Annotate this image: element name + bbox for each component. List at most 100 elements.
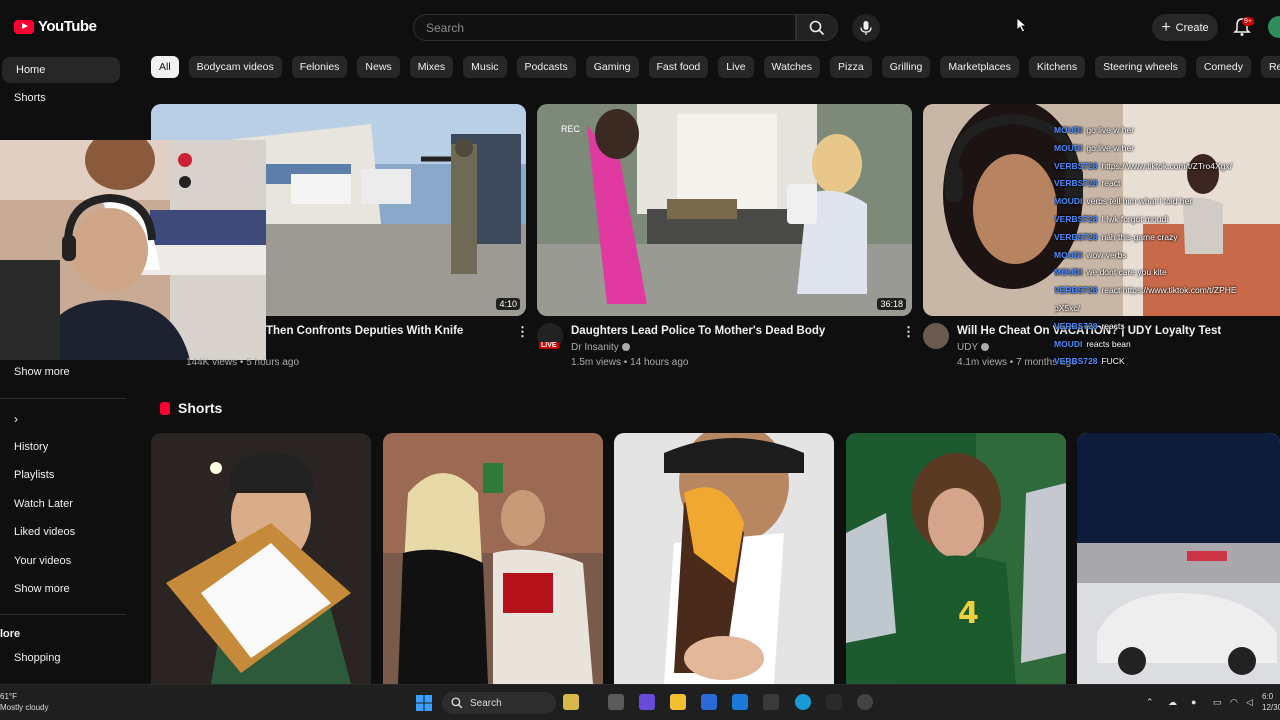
- voice-search-button[interactable]: [852, 14, 880, 42]
- create-button[interactable]: + Create: [1152, 14, 1218, 41]
- chip-grilling[interactable]: Grilling: [881, 56, 931, 78]
- account-avatar[interactable]: [1268, 16, 1280, 38]
- short-card-2[interactable]: [383, 433, 603, 684]
- sidebar-item-your-videos[interactable]: Your videos: [0, 548, 118, 574]
- search-icon: [809, 20, 825, 35]
- sidebar-item-shorts[interactable]: Shorts: [0, 85, 118, 111]
- chip-fast-food[interactable]: Fast food: [648, 56, 709, 78]
- logo-text: YouTube: [38, 18, 97, 35]
- chat-text: I lwk forgot moudi: [1101, 213, 1169, 224]
- shorts-section-header: Shorts: [160, 400, 222, 416]
- widgets-icon[interactable]: [563, 694, 579, 710]
- edge-browser-icon[interactable]: [795, 694, 811, 710]
- chip-music[interactable]: Music: [463, 56, 507, 78]
- video-thumbnail-2[interactable]: REC 36:18: [537, 104, 912, 316]
- chip-steering-wheels[interactable]: Steering wheels: [1095, 56, 1186, 78]
- taskbar-search-label: Search: [470, 697, 502, 709]
- short-card-1[interactable]: [151, 433, 371, 684]
- chat-username: VERBS728: [1054, 160, 1098, 171]
- video-title-1[interactable]: Then Confronts Deputies With Knife: [266, 325, 463, 337]
- chip-recently-u[interactable]: Recently u: [1260, 56, 1280, 78]
- chat-username: MOUDI: [1054, 338, 1083, 349]
- chat-text: go live w her: [1086, 125, 1135, 135]
- short-thumbnail-snack-image: [614, 433, 834, 684]
- sidebar-item-home[interactable]: Home: [2, 57, 120, 83]
- chat-text: https://www.tiktok.com/t/ZTro4Xgx/: [1101, 160, 1232, 171]
- channel-name: Dr Insanity: [571, 342, 619, 353]
- chat-message: MOUDI reacts bean: [1054, 336, 1280, 354]
- display-icon[interactable]: ▭: [1213, 697, 1222, 708]
- weather-widget[interactable]: 61°F Mostly cloudy: [0, 691, 48, 713]
- taskbar-search[interactable]: Search: [442, 692, 556, 714]
- store-icon[interactable]: [701, 694, 717, 710]
- video-channel-3[interactable]: UDY: [957, 342, 990, 353]
- chip-live[interactable]: Live: [718, 56, 754, 78]
- chip-gaming[interactable]: Gaming: [585, 56, 639, 78]
- video-menu-icon-2[interactable]: ⋮: [902, 324, 915, 340]
- short-card-4[interactable]: 4: [846, 433, 1066, 684]
- chip-pizza[interactable]: Pizza: [830, 56, 872, 78]
- app-icon[interactable]: [826, 694, 842, 710]
- channel-avatar-udy[interactable]: [923, 323, 949, 349]
- sidebar-show-more-subscriptions[interactable]: Show more: [0, 359, 118, 385]
- short-thumbnail-jewelry-image: [383, 433, 603, 684]
- search-icon: [451, 697, 463, 709]
- chat-text: wow verbs: [1086, 249, 1127, 260]
- chat-text: pX5xc/: [1054, 302, 1080, 313]
- copilot-icon[interactable]: [639, 694, 655, 710]
- sidebar-show-more-you[interactable]: Show more: [0, 576, 118, 602]
- video-channel-2[interactable]: Dr Insanity: [571, 342, 630, 353]
- chip-felonies[interactable]: Felonies: [291, 56, 348, 78]
- video-title-2[interactable]: Daughters Lead Police To Mother's Dead B…: [571, 325, 825, 337]
- youtube-logo[interactable]: YouTube: [14, 18, 97, 35]
- sidebar-item-liked-videos[interactable]: Liked videos: [0, 519, 118, 545]
- sidebar-item-playlists[interactable]: Playlists: [0, 462, 118, 488]
- chip-watches[interactable]: Watches: [763, 56, 821, 78]
- onedrive-icon[interactable]: ☁: [1168, 697, 1177, 708]
- chat-message: VERBS728 react https://www.tiktok.com/t/Z…: [1054, 282, 1280, 300]
- chat-message: pX5xc/: [1054, 300, 1280, 318]
- file-explorer-icon[interactable]: [670, 694, 686, 710]
- app-icon[interactable]: [763, 694, 779, 710]
- search-button[interactable]: [796, 14, 838, 41]
- doorbell-camera-image: [537, 104, 912, 316]
- chip-news[interactable]: News: [357, 56, 400, 78]
- chat-text: reacts: [1101, 320, 1125, 331]
- mouse-cursor-icon: [1016, 17, 1028, 33]
- search-input[interactable]: Search: [413, 14, 796, 41]
- chip-kitchens[interactable]: Kitchens: [1028, 56, 1086, 78]
- you-section-chevron-icon[interactable]: ›: [0, 406, 118, 432]
- sidebar-item-history[interactable]: History: [0, 434, 118, 460]
- chip-bodycam-videos[interactable]: Bodycam videos: [188, 56, 282, 78]
- chat-username: VERBS728: [1054, 285, 1098, 296]
- task-view-icon[interactable]: [608, 694, 624, 710]
- tray-overflow-chevron-icon[interactable]: ⌃: [1146, 697, 1154, 708]
- short-card-5[interactable]: [1077, 433, 1280, 684]
- video-meta-2: 1.5m views • 14 hours ago: [571, 357, 689, 368]
- top-bar: YouTube Search + Create 9+: [0, 0, 1280, 56]
- rec-label: REC: [561, 124, 581, 134]
- chip-all[interactable]: All: [151, 56, 179, 78]
- chat-username: MOUDI: [1054, 142, 1083, 153]
- weather-description: Mostly cloudy: [0, 703, 49, 712]
- chrome-icon[interactable]: [857, 694, 873, 710]
- chip-mixes[interactable]: Mixes: [409, 56, 454, 78]
- sidebar-item-watch-later[interactable]: Watch Later: [0, 491, 118, 517]
- video-meta-1: 144K views • 5 hours ago: [186, 357, 300, 368]
- video-menu-icon-1[interactable]: ⋮: [516, 324, 529, 340]
- sidebar-item-shopping[interactable]: Shopping: [0, 645, 118, 671]
- microphone-icon[interactable]: ●: [1191, 697, 1196, 707]
- chat-text: go live w her: [1086, 142, 1135, 153]
- mail-icon[interactable]: [732, 694, 748, 710]
- short-card-3[interactable]: [614, 433, 834, 684]
- chip-comedy[interactable]: Comedy: [1195, 56, 1251, 78]
- volume-icon[interactable]: ◁: [1246, 697, 1253, 708]
- chip-marketplaces[interactable]: Marketplaces: [940, 56, 1019, 78]
- windows-start-icon[interactable]: [416, 695, 432, 711]
- chat-message: MOUDI wow verbs: [1054, 247, 1280, 265]
- short-thumbnail-food-image: [151, 433, 371, 684]
- wifi-icon[interactable]: ◠: [1230, 697, 1238, 708]
- chip-podcasts[interactable]: Podcasts: [516, 56, 576, 78]
- taskbar-clock[interactable]: 6:0 12/30: [1262, 691, 1280, 713]
- short-thumbnail-team-image: 4: [846, 433, 1066, 684]
